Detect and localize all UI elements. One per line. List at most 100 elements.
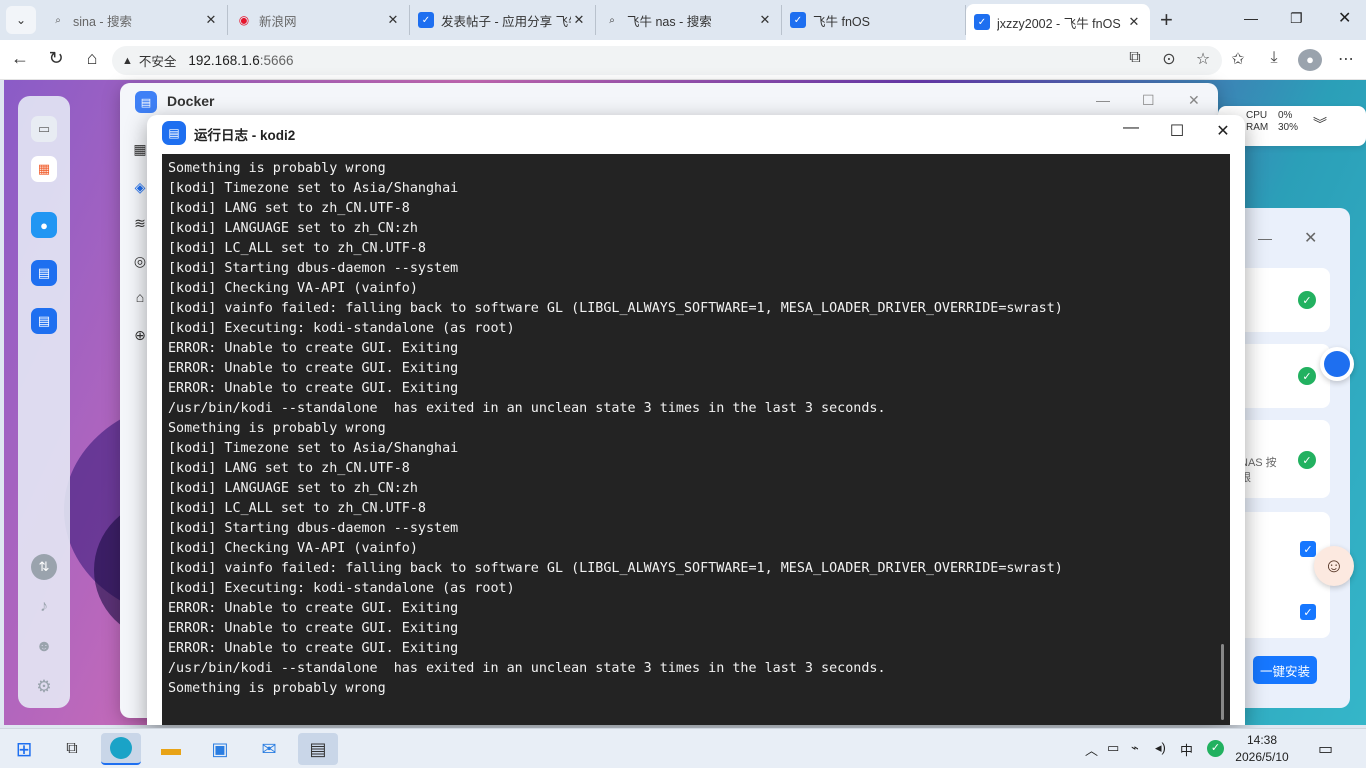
log-line: [kodi] LANGUAGE set to zh_CN:zh xyxy=(168,481,418,496)
one-click-install-button[interactable]: 一键安装 xyxy=(1253,656,1317,684)
log-line: [kodi] LANGUAGE set to zh_CN:zh xyxy=(168,221,418,236)
extension-icon[interactable]: ⧉ xyxy=(1124,49,1146,67)
edge-browser-icon[interactable] xyxy=(101,733,141,765)
profile-avatar-icon[interactable]: ● xyxy=(1298,49,1322,71)
ram-label: RAM xyxy=(1246,122,1269,133)
refresh-icon[interactable]: ↻ xyxy=(44,48,68,69)
chat-assistant-button[interactable] xyxy=(1320,347,1354,381)
app-center-icon[interactable]: ▦ xyxy=(31,156,57,182)
panel-close-button[interactable]: ✕ xyxy=(1304,228,1317,248)
close-tab-icon[interactable]: ✕ xyxy=(203,12,219,28)
log-line: [kodi] Starting dbus-daemon --system xyxy=(168,261,459,276)
tab-title: jxzzy2002 - 飞牛 fnOS xyxy=(997,16,1121,31)
edge-logo xyxy=(110,737,132,759)
remote-app-icon[interactable]: ▤ xyxy=(298,733,338,765)
log-line: ERROR: Unable to create GUI. Exiting xyxy=(168,381,459,396)
log-line: [kodi] Starting dbus-daemon --system xyxy=(168,521,459,536)
app-dock: ▭ ▦ ● ▤ ▤ ⇅ ♪ ☻ ⚙ xyxy=(18,96,70,708)
cpu-value: 0% xyxy=(1278,110,1293,121)
windows-taskbar: ⊞ ⧉ ▬ ▣ ✉ ▤ ︿ ▭ ⌁ ◂) 中 ✓ 14:38 2026/5/10… xyxy=(0,728,1366,768)
log-line: [kodi] Executing: kodi-standalone (as ro… xyxy=(168,581,515,596)
log-line: [kodi] Timezone set to Asia/Shanghai xyxy=(168,441,459,456)
lightbulb-icon[interactable]: ● xyxy=(31,212,57,238)
transfer-icon[interactable]: ⇅ xyxy=(31,554,57,580)
window-minimize-button[interactable]: — xyxy=(1244,10,1258,26)
log-line: [kodi] vainfo failed: falling back to so… xyxy=(168,561,1063,576)
checkbox[interactable]: ✓ xyxy=(1300,541,1316,557)
notification-icon[interactable]: ▭ xyxy=(1318,739,1333,759)
log-line: [kodi] LANG set to zh_CN.UTF-8 xyxy=(168,201,410,216)
home-icon[interactable]: ⌂ xyxy=(80,48,104,69)
log-line: ERROR: Unable to create GUI. Exiting xyxy=(168,621,459,636)
system-clock[interactable]: 14:38 2026/5/10 xyxy=(1232,732,1292,766)
window-close-button[interactable]: ✕ xyxy=(1338,8,1351,28)
monitor-icon[interactable]: ▭ xyxy=(31,116,57,142)
bell-icon[interactable]: ♪ xyxy=(31,594,57,620)
battery-icon[interactable]: ▭ xyxy=(1107,740,1119,756)
user-icon[interactable]: ☻ xyxy=(31,634,57,660)
ram-value: 30% xyxy=(1278,122,1299,133)
docker-close-button[interactable]: ✕ xyxy=(1188,92,1200,109)
log-line: ERROR: Unable to create GUI. Exiting xyxy=(168,361,459,376)
download-icon[interactable]: ⤓ xyxy=(1263,49,1285,67)
tab-title: 飞牛 fnOS xyxy=(813,14,870,29)
docker-minimize-button[interactable]: — xyxy=(1096,92,1110,108)
warning-icon[interactable]: ▲ xyxy=(122,55,133,67)
browser-toolbar: ← ↻ ⌂ ▲ 不安全 192.168.1.6 :5666 ⧉ ⊙ ☆ ✩ ⤓ … xyxy=(0,40,1366,80)
log-window: ▤ 运行日志 - kodi2 — ☐ ✕ Something is probab… xyxy=(147,115,1245,725)
fnos-logo-icon: ✓ xyxy=(974,14,990,30)
log-line: ERROR: Unable to create GUI. Exiting xyxy=(168,601,459,616)
docker-icon[interactable]: ▤ xyxy=(31,260,57,286)
collapse-chevron-icon[interactable]: ︾ xyxy=(1313,114,1327,134)
fn-connect-icon[interactable]: ✓ xyxy=(1207,740,1224,757)
store-icon[interactable]: ▣ xyxy=(200,733,240,765)
card-text-line: 限 xyxy=(1240,472,1251,484)
close-tab-icon[interactable]: ✕ xyxy=(385,12,401,28)
file-explorer-icon[interactable]: ▬ xyxy=(151,733,191,765)
menu-ellipsis-icon[interactable]: ⋯ xyxy=(1335,49,1357,69)
close-tab-icon[interactable]: ✕ xyxy=(1126,14,1142,30)
log-output[interactable]: Something is probably wrong [kodi] Timezo… xyxy=(162,154,1230,725)
log-line: [kodi] vainfo failed: falling back to so… xyxy=(168,301,1063,316)
cpu-label: CPU xyxy=(1246,110,1268,121)
windows-start-icon[interactable]: ⊞ xyxy=(4,733,44,765)
more-options-circle-icon[interactable]: ⊙ xyxy=(1158,49,1180,69)
close-tab-icon[interactable]: ✕ xyxy=(571,12,587,28)
log-minimize-button[interactable]: — xyxy=(1121,119,1141,137)
close-tab-icon[interactable]: ✕ xyxy=(757,12,773,28)
panel-minimize-button[interactable]: — xyxy=(1258,230,1272,246)
log-close-button[interactable]: ✕ xyxy=(1213,121,1233,141)
new-tab-button[interactable]: + xyxy=(1160,8,1173,32)
favorites-list-icon[interactable]: ✩ xyxy=(1227,49,1249,69)
girl-avatar-icon: ☺ xyxy=(1323,554,1345,577)
tray-expand-icon[interactable]: ︿ xyxy=(1085,740,1098,759)
browser-tab-sina[interactable]: ◉ 新浪网 ✕ xyxy=(228,5,410,35)
browser-tab-post[interactable]: ✓ 发表帖子 - 应用分享 飞牛 ✕ xyxy=(410,5,596,35)
checkbox[interactable]: ✓ xyxy=(1300,604,1316,620)
assistant-avatar[interactable]: ☺ xyxy=(1314,546,1354,586)
tab-actions-menu-button[interactable]: ⌄ xyxy=(6,6,36,34)
favorite-star-icon[interactable]: ☆ xyxy=(1192,49,1214,69)
docker-maximize-button[interactable]: ☐ xyxy=(1142,92,1155,109)
window-restore-button[interactable]: ❐ xyxy=(1290,10,1303,27)
browser-tab-active[interactable]: ✓ jxzzy2002 - 飞牛 fnOS ✕ xyxy=(966,4,1150,40)
log-line: Something is probably wrong xyxy=(168,421,386,436)
settings-gear-icon[interactable]: ⚙ xyxy=(31,674,57,700)
task-view-icon[interactable]: ⧉ xyxy=(52,733,92,765)
card-text-line: NAS 按 xyxy=(1240,457,1277,469)
mail-icon[interactable]: ✉ xyxy=(249,733,289,765)
address-bar[interactable]: ▲ 不安全 192.168.1.6 :5666 xyxy=(112,46,1222,75)
browser-tab-fnnas-search[interactable]: ⌕ 飞牛 nas - 搜索 ✕ xyxy=(596,5,782,35)
network-icon[interactable]: ⌁ xyxy=(1131,740,1139,756)
security-label[interactable]: 不安全 xyxy=(139,51,177,70)
docker-active-icon[interactable]: ▤ xyxy=(31,308,57,334)
browser-tab-fnos[interactable]: ✓ 飞牛 fnOS xyxy=(782,5,966,35)
tab-title: 新浪网 xyxy=(259,14,297,29)
back-arrow-icon[interactable]: ← xyxy=(8,48,32,69)
log-line: [kodi] LC_ALL set to zh_CN.UTF-8 xyxy=(168,501,426,516)
browser-tab-sina-search[interactable]: ⌕ sina - 搜索 ✕ xyxy=(42,5,228,35)
ime-indicator[interactable]: 中 xyxy=(1180,740,1193,759)
scrollbar[interactable] xyxy=(1221,644,1224,720)
log-maximize-button[interactable]: ☐ xyxy=(1167,121,1187,141)
volume-icon[interactable]: ◂) xyxy=(1155,740,1166,756)
